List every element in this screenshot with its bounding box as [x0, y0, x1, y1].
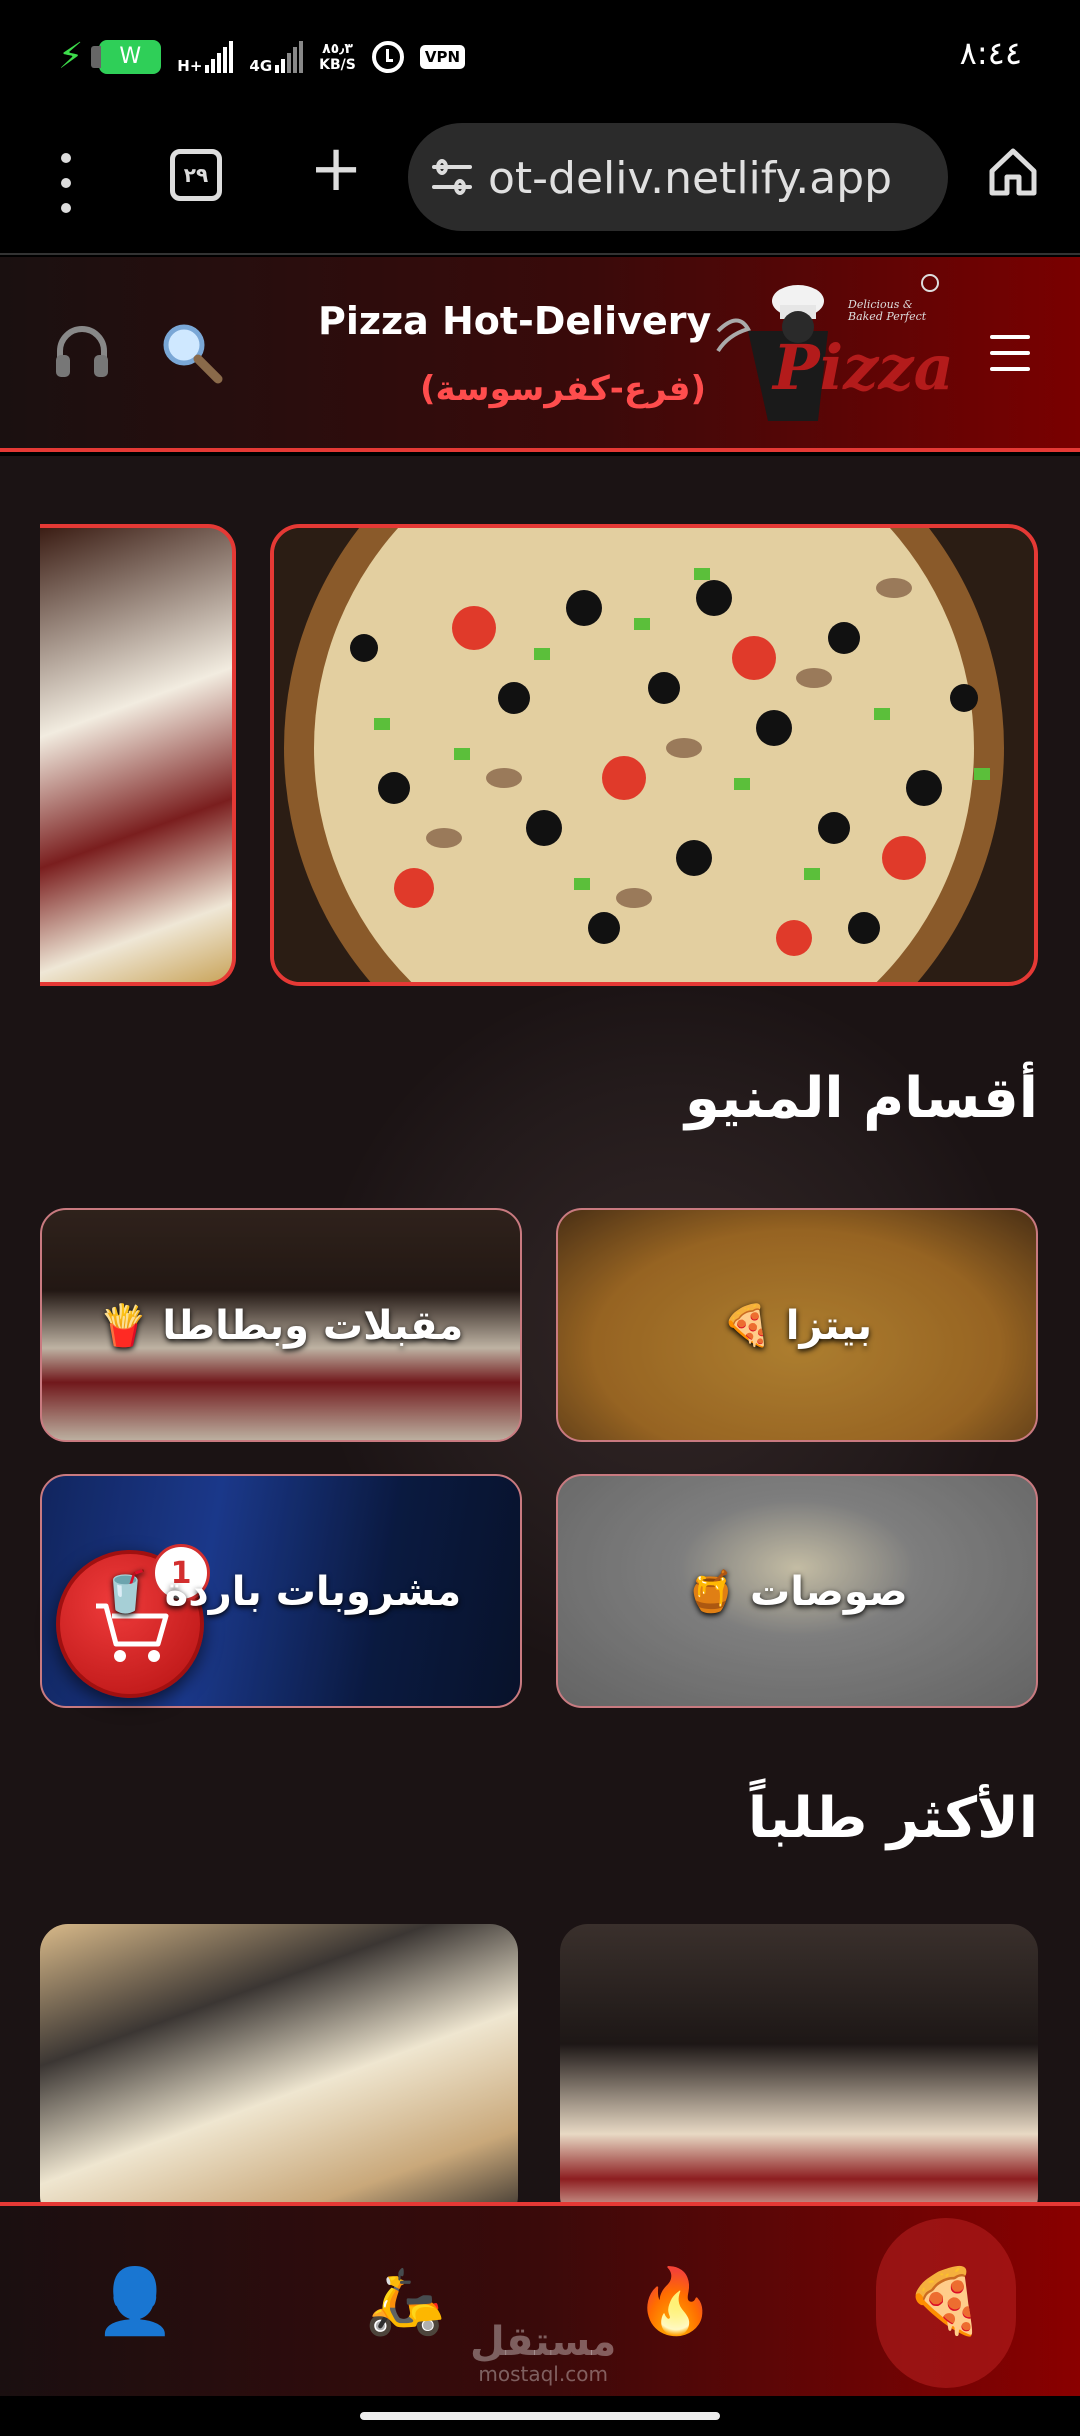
menu-sections-title: أقسام المنيو: [684, 1066, 1038, 1131]
home-icon[interactable]: [986, 145, 1040, 199]
popular-item-card[interactable]: [40, 1924, 518, 2202]
search-icon[interactable]: [158, 319, 224, 385]
nav-delivery-icon[interactable]: 🛵: [360, 2256, 450, 2346]
pizza-image: [274, 528, 1034, 982]
net-type-label: H+: [177, 56, 203, 75]
watermark-ar: مستقل: [470, 2319, 617, 2365]
network-speed: ٨٥٫٣ KB/S: [319, 41, 356, 73]
logo-tagline: Delicious & Baked Perfect: [848, 298, 927, 323]
slider-item-current[interactable]: [270, 524, 1038, 986]
net-type-label: 4G: [249, 56, 273, 75]
charging-icon: ⚡: [58, 36, 84, 77]
headphones-icon[interactable]: [52, 321, 112, 381]
nav-hot-icon[interactable]: 🔥: [630, 2256, 720, 2346]
url-text: ot-deliv.netlify.app: [488, 153, 893, 204]
category-label: صوصات 🍯: [686, 1568, 908, 1615]
main-content: أقسام المنيو بيتزا 🍕 مقبلات وبطاطا 🍟 صوص…: [0, 456, 1080, 2202]
4g-signal-icon: 4G: [249, 40, 304, 75]
category-label: بيتزا 🍕: [722, 1302, 872, 1349]
status-icons: ⚡ W H+ 4G ٨٥٫٣ KB/S VPN: [58, 36, 466, 77]
bottom-navigation: 👤 🛵 🔥 🍕 مستقل mostaql.com: [0, 2202, 1080, 2396]
category-sauces[interactable]: صوصات 🍯: [556, 1474, 1038, 1708]
category-label: مشروبات باردة 🥤: [100, 1568, 462, 1615]
pizza-logo[interactable]: Delicious & Baked Perfect Pizza: [708, 271, 954, 441]
site-settings-icon[interactable]: [432, 159, 472, 195]
mostaql-watermark: مستقل mostaql.com: [470, 2322, 616, 2386]
nav-profile-icon[interactable]: 👤: [90, 2256, 180, 2346]
status-time: ٨:٤٤: [959, 34, 1022, 72]
logo-wordmark: Pizza: [773, 331, 954, 404]
app-header: Pizza Hot-Delivery (فرع-كفرسوسة) Delicio…: [0, 257, 1080, 452]
slider-item-prev[interactable]: [40, 524, 236, 986]
alarm-icon: [371, 40, 404, 73]
category-pizza[interactable]: بيتزا 🍕: [556, 1208, 1038, 1442]
tabs-button[interactable]: ٢٩: [170, 149, 222, 201]
popular-item-card[interactable]: [560, 1924, 1038, 2202]
category-label: مقبلات وبطاطا 🍟: [98, 1302, 464, 1349]
browser-menu-icon[interactable]: [56, 153, 76, 213]
category-appetizers[interactable]: مقبلات وبطاطا 🍟: [40, 1208, 522, 1442]
status-bar: ⚡ W H+ 4G ٨٥٫٣ KB/S VPN ٨:٤٤: [0, 0, 1080, 115]
new-tab-button[interactable]: +: [306, 137, 366, 201]
nav-menu-pizza-icon[interactable]: 🍕: [900, 2256, 990, 2346]
home-gesture-pill[interactable]: [360, 2412, 720, 2420]
hamburger-menu-icon[interactable]: [990, 335, 1030, 371]
most-ordered-title: الأكثر طلباً: [747, 1786, 1038, 1851]
brand-title: Pizza Hot-Delivery: [318, 299, 712, 343]
hplus-signal-icon: H+: [177, 40, 234, 75]
vpn-icon: VPN: [419, 44, 466, 69]
browser-toolbar: ٢٩ + ot-deliv.netlify.app: [0, 115, 1080, 255]
speed-unit: KB/S: [319, 56, 356, 73]
watermark-en: mostaql.com: [478, 2362, 608, 2386]
address-bar[interactable]: ot-deliv.netlify.app: [408, 123, 948, 231]
battery-icon: W: [91, 39, 162, 74]
branch-label: (فرع-كفرسوسة): [420, 369, 707, 409]
speed-value: ٨٥٫٣: [322, 40, 353, 57]
gesture-bar: [0, 2396, 1080, 2436]
